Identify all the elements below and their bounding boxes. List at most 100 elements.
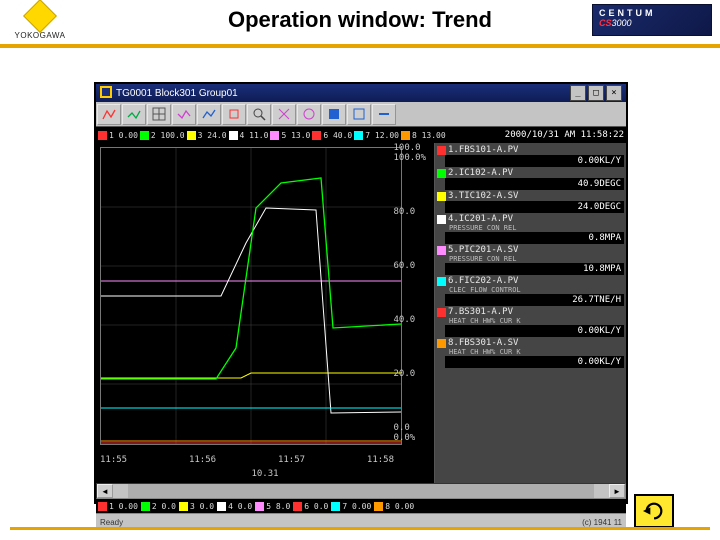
legend-swatch	[179, 502, 188, 511]
tag-desc: HEAT CH HW% CUR K	[449, 348, 624, 356]
tag-row[interactable]: 5.PIC201-A.SVPRESSURE CON REL10.8MPA	[437, 245, 624, 275]
legend-item: 5 8.0	[255, 502, 290, 511]
legend-item: 4 11.0	[229, 131, 269, 140]
tool-green-icon[interactable]	[122, 104, 146, 125]
legend-value: 7 0.00	[342, 502, 371, 511]
tag-row[interactable]: 4.IC201-A.PVPRESSURE CON REL0.8MPA	[437, 214, 624, 244]
legend-value: 3 0.0	[190, 502, 214, 511]
tag-value: 40.9DEGC	[445, 178, 624, 190]
tag-desc: PRESSURE CON REL	[449, 224, 624, 232]
status-left: Ready	[100, 518, 123, 527]
toolbar	[96, 102, 626, 127]
maximize-button[interactable]: □	[588, 85, 604, 101]
tag-value: 10.8MPA	[445, 263, 624, 275]
scroll-thumb[interactable]	[128, 484, 594, 498]
legend-swatch	[374, 502, 383, 511]
legend-item: 3 24.0	[187, 131, 227, 140]
centum-logo: CENTUM CS3000	[592, 4, 712, 36]
legend-item: 7 0.00	[331, 502, 371, 511]
tag-value: 0.00KL/Y	[445, 325, 624, 337]
tag-color-swatch	[437, 339, 446, 348]
tag-color-swatch	[437, 215, 446, 224]
legend-value: 5 13.0	[281, 131, 310, 140]
legend-value: 8 13.00	[412, 131, 446, 140]
legend-swatch	[217, 502, 226, 511]
window-title: TG0001 Block301 Group01	[116, 88, 238, 99]
legend-item: 3 0.0	[179, 502, 214, 511]
tag-name: 2.IC102-A.PV	[448, 168, 513, 178]
tool-magenta-icon[interactable]	[172, 104, 196, 125]
scroll-left-button[interactable]: ◄	[97, 484, 113, 498]
legend-swatch	[401, 131, 410, 140]
tool-red-icon[interactable]	[97, 104, 121, 125]
trend-plot[interactable]: 100.0100.0% 80.0 60.0 40.0 20.0 0.00.0% …	[96, 143, 435, 483]
minimize-button[interactable]: _	[570, 85, 586, 101]
tag-color-swatch	[437, 146, 446, 155]
tag-name: 1.FBS101-A.PV	[448, 145, 518, 155]
legend-value: 7 12.00	[365, 131, 399, 140]
legend-swatch	[312, 131, 321, 140]
x-axis-labels: 11:5511:56 11:5711:58	[100, 455, 394, 465]
yokogawa-logo: YOKOGAWA	[10, 4, 70, 40]
legend-value: 3 24.0	[198, 131, 227, 140]
scrollbar-horizontal[interactable]: ◄ ►	[96, 483, 626, 499]
tool-b2-icon[interactable]	[347, 104, 371, 125]
tool-b3-icon[interactable]	[372, 104, 396, 125]
legend-swatch	[98, 502, 107, 511]
tag-value: 0.00KL/Y	[445, 356, 624, 368]
slide-header: YOKOGAWA Operation window: Trend CENTUM …	[0, 0, 720, 48]
return-button[interactable]	[634, 494, 674, 528]
tag-row[interactable]: 1.FBS101-A.PV0.00KL/Y	[437, 145, 624, 167]
tag-row[interactable]: 2.IC102-A.PV40.9DEGC	[437, 168, 624, 190]
tool-zoom-icon[interactable]	[247, 104, 271, 125]
legend-item: 8 0.00	[374, 502, 414, 511]
legend-value: 4 0.0	[228, 502, 252, 511]
tag-color-swatch	[437, 192, 446, 201]
tag-value: 24.0DEGC	[445, 201, 624, 213]
legend-value: 6 40.0	[323, 131, 352, 140]
legend-item: 5 13.0	[270, 131, 310, 140]
tag-name: 8.FBS301-A.SV	[448, 338, 518, 348]
legend-value: 2 100.0	[151, 131, 185, 140]
tool-red2-icon[interactable]	[222, 104, 246, 125]
tag-row[interactable]: 6.FIC202-A.PVCLEC FLOW CONTROL26.7TNE/H	[437, 276, 624, 306]
tool-p2-icon[interactable]	[297, 104, 321, 125]
scroll-right-button[interactable]: ►	[609, 484, 625, 498]
tool-grid-icon[interactable]	[147, 104, 171, 125]
legend-value: 4 11.0	[240, 131, 269, 140]
legend-value: 1 0.00	[109, 502, 138, 511]
legend-bottom: 1 0.00 2 0.0 3 0.0 4 0.0 5 8.06 0.0 7 0.008 0…	[96, 499, 626, 513]
tag-row[interactable]: 3.TIC102-A.SV24.0DEGC	[437, 191, 624, 213]
legend-item: 6 0.0	[293, 502, 328, 511]
tag-row[interactable]: 8.FBS301-A.SVHEAT CH HW% CUR K0.00KL/Y	[437, 338, 624, 368]
tag-name: 7.BS301-A.PV	[448, 307, 513, 317]
tag-desc: HEAT CH HW% CUR K	[449, 317, 624, 325]
tag-row[interactable]: 7.BS301-A.PVHEAT CH HW% CUR K0.00KL/Y	[437, 307, 624, 337]
footer-rule	[10, 527, 710, 530]
app-icon	[100, 86, 112, 101]
legend-item: 2 0.0	[141, 502, 176, 511]
legend-value: 2 0.0	[152, 502, 176, 511]
status-right: (c) 1941 11	[582, 518, 622, 527]
tool-blue-icon[interactable]	[197, 104, 221, 125]
legend-item: 7 12.00	[354, 131, 399, 140]
window-titlebar[interactable]: TG0001 Block301 Group01 _ □ ×	[96, 84, 626, 102]
legend-item: 1 0.00	[98, 131, 138, 140]
y-axis-labels: 100.0100.0% 80.0 60.0 40.0 20.0 0.00.0%	[393, 143, 426, 443]
tool-b1-icon[interactable]	[322, 104, 346, 125]
legend-item: 2 100.0	[140, 131, 185, 140]
tag-value: 0.00KL/Y	[445, 155, 624, 167]
close-button[interactable]: ×	[606, 85, 622, 101]
tag-panel: 1.FBS101-A.PV0.00KL/Y2.IC102-A.PV40.9DEG…	[435, 143, 626, 483]
legend-item: 8 13.00	[401, 131, 446, 140]
tool-p1-icon[interactable]	[272, 104, 296, 125]
tag-name: 6.FIC202-A.PV	[448, 276, 518, 286]
legend-swatch	[255, 502, 264, 511]
legend-swatch	[229, 131, 238, 140]
legend-item: 4 0.0	[217, 502, 252, 511]
tag-value: 0.8MPA	[445, 232, 624, 244]
legend-swatch	[141, 502, 150, 511]
legend-swatch	[140, 131, 149, 140]
legend-value: 5 8.0	[266, 502, 290, 511]
legend-swatch	[293, 502, 302, 511]
